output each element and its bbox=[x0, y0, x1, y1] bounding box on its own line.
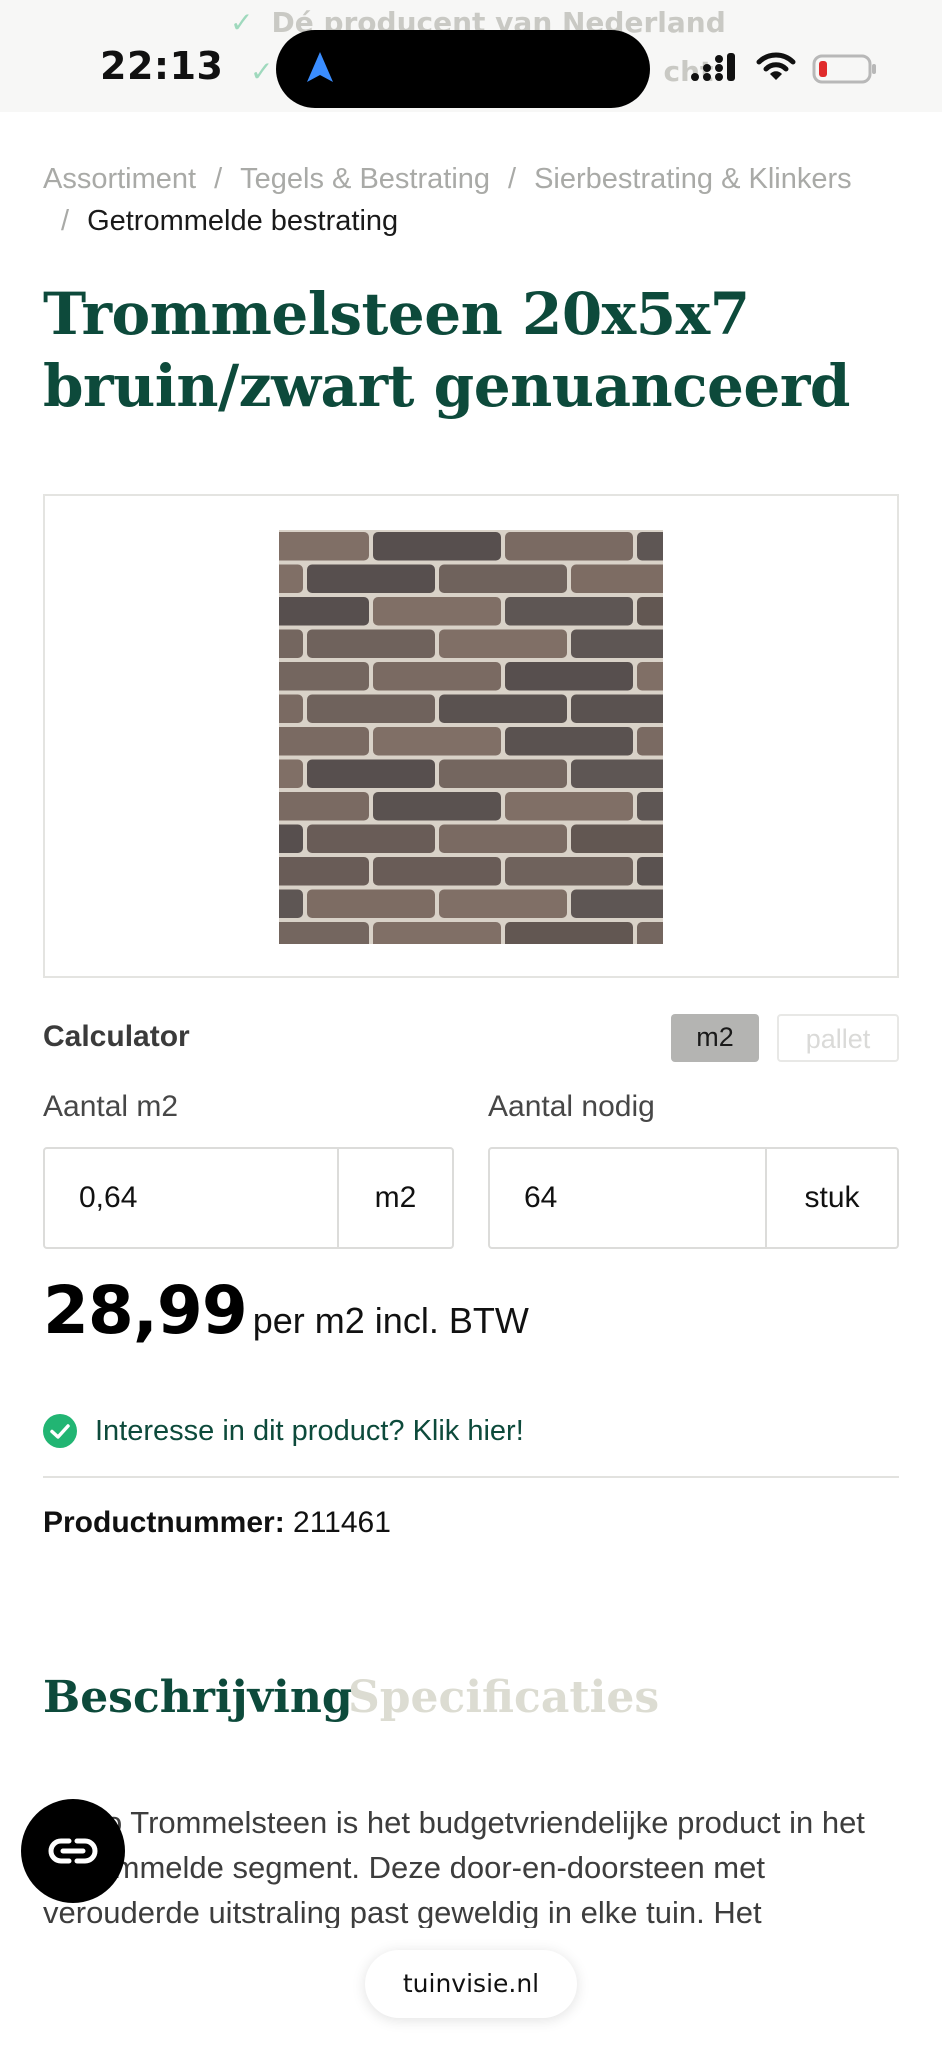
location-arrow-icon bbox=[307, 52, 333, 82]
divider bbox=[43, 1476, 899, 1478]
status-time: 22:13 bbox=[100, 44, 224, 88]
product-title-line-1: Trommelsteen 20x5x7 bbox=[43, 280, 750, 348]
check-circle-icon bbox=[43, 1414, 77, 1448]
breadcrumb-separator: / bbox=[61, 205, 70, 237]
product-image[interactable] bbox=[279, 530, 663, 944]
breadcrumb-item-assortiment[interactable]: Assortiment bbox=[43, 163, 196, 195]
product-title: Trommelsteen 20x5x7 bruin/zwart genuance… bbox=[43, 278, 903, 422]
browser-url-bar[interactable]: tuinvisie.nl bbox=[365, 1950, 577, 2018]
tab-specificaties[interactable]: Specificaties bbox=[348, 1672, 659, 1723]
breadcrumb-current: Getrommelde bestrating bbox=[87, 205, 399, 237]
dynamic-island bbox=[276, 30, 650, 108]
tab-beschrijving[interactable]: Beschrijving bbox=[43, 1672, 353, 1723]
breadcrumb-separator: / bbox=[508, 163, 517, 195]
status-bar: ✓ Dé producent van Nederland ✓ cht 22:13 bbox=[0, 0, 942, 112]
needed-label: Aantal nodig bbox=[488, 1090, 655, 1123]
usp-check-icon: ✓ bbox=[250, 55, 274, 88]
price-suffix: per m2 incl. BTW bbox=[252, 1300, 529, 1341]
product-number: Productnummer: 211461 bbox=[43, 1506, 391, 1540]
breadcrumb: Assortiment / Tegels & Bestrating / Sierbest… bbox=[43, 158, 903, 242]
unit-toggle-m2[interactable]: m2 bbox=[671, 1014, 759, 1062]
needed-input[interactable]: 64 bbox=[490, 1149, 765, 1247]
quantity-input[interactable]: 0,64 bbox=[45, 1149, 337, 1247]
battery-low-icon bbox=[812, 54, 876, 84]
needed-unit: stuk bbox=[765, 1149, 897, 1247]
price-amount: 28,99 bbox=[43, 1272, 248, 1349]
product-image-frame[interactable] bbox=[43, 494, 899, 978]
calculator-label: Calculator bbox=[43, 1020, 190, 1053]
needed-field[interactable]: 64 stuk bbox=[488, 1147, 899, 1249]
cellular-signal-icon bbox=[691, 53, 735, 81]
product-title-line-2: bruin/zwart genuanceerd bbox=[43, 352, 850, 420]
chat-button[interactable] bbox=[21, 1799, 125, 1903]
product-description: Metro Trommelsteen is het budgetvriendel… bbox=[43, 1805, 865, 1928]
breadcrumb-item-sierbestrating[interactable]: Sierbestrating & Klinkers bbox=[534, 163, 852, 195]
wifi-icon bbox=[756, 52, 796, 80]
interest-link-text[interactable]: Interesse in dit product? Klik hier! bbox=[95, 1415, 524, 1448]
unit-toggle-pallet[interactable]: pallet bbox=[777, 1014, 899, 1062]
product-number-label: Productnummer: bbox=[43, 1506, 285, 1539]
usp-check-icon: ✓ bbox=[230, 6, 254, 39]
quantity-unit: m2 bbox=[337, 1149, 452, 1247]
interest-link[interactable]: Interesse in dit product? Klik hier! bbox=[43, 1414, 524, 1448]
breadcrumb-item-tegels[interactable]: Tegels & Bestrating bbox=[240, 163, 490, 195]
breadcrumb-separator: / bbox=[214, 163, 223, 195]
price: 28,99 per m2 incl. BTW bbox=[43, 1272, 529, 1349]
quantity-field[interactable]: 0,64 m2 bbox=[43, 1147, 454, 1249]
quantity-label: Aantal m2 bbox=[43, 1090, 179, 1123]
chat-icon bbox=[48, 1838, 98, 1864]
product-number-value: 211461 bbox=[293, 1506, 391, 1539]
